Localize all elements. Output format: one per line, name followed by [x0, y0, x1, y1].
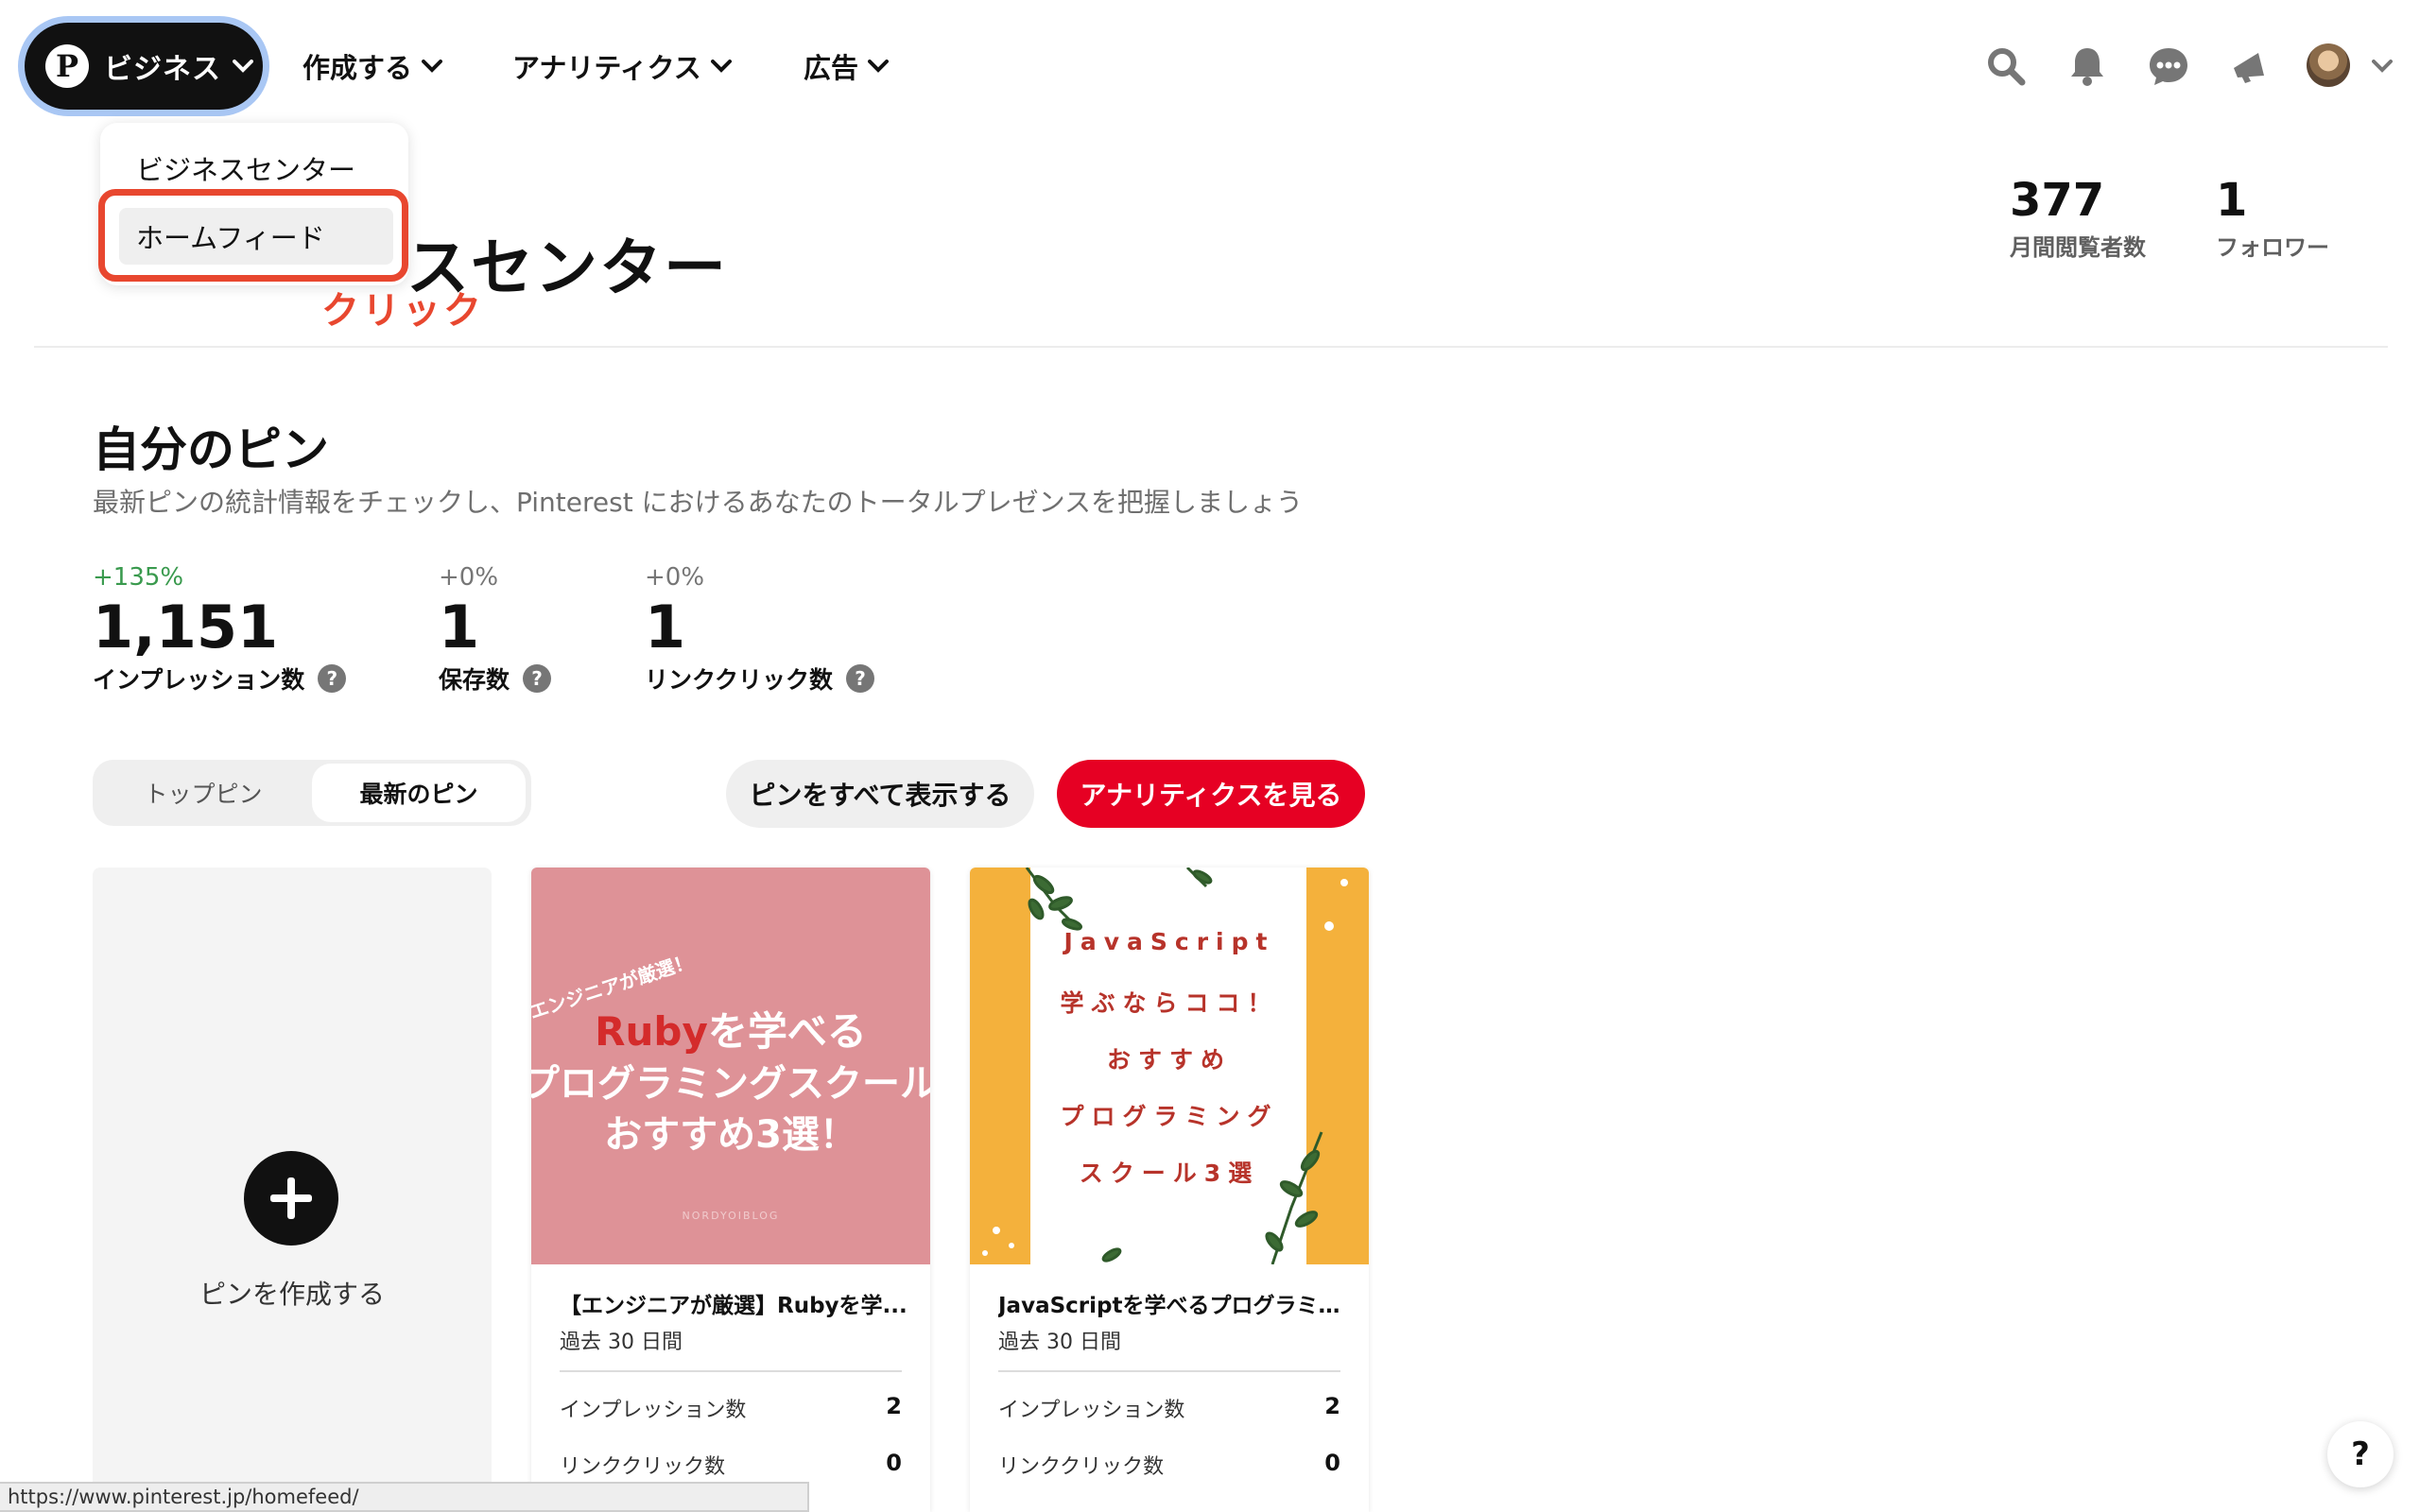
pin-card[interactable]: エンジニアが厳選！ Rubyを学べる プログラミングスクール おすすめ3選！ N…: [531, 868, 930, 1512]
chevron-down-icon: [868, 60, 890, 73]
metric-label: 保存数 ?: [439, 662, 552, 696]
pin-stat-label: リンククリック数: [560, 1455, 726, 1479]
metric-impressions: +135% 1,151 インプレッション数 ?: [93, 563, 347, 696]
chevron-down-icon: [233, 60, 253, 73]
pin-stat-label: インプレッション数: [560, 1399, 747, 1422]
nav-analytics[interactable]: アナリティクス: [512, 43, 732, 89]
pin-title[interactable]: 【エンジニアが厳選】Rubyを学...: [560, 1287, 909, 1319]
page: P ビジネス 作成する アナリティクス 広告 スセンター 377 月間閲覧者数 …: [0, 0, 2420, 1512]
metric-value: 1,151: [93, 593, 279, 662]
tab-top-pins[interactable]: トップピン: [98, 764, 308, 822]
metric-label: インプレッション数 ?: [93, 662, 347, 696]
pin-stat-row: リンククリック数 0: [560, 1450, 902, 1480]
pin-image-line: おすすめ: [1106, 1046, 1232, 1074]
pin-image-line: スクール3選: [1079, 1160, 1260, 1187]
help-button[interactable]: ?: [2327, 1421, 2394, 1487]
nav-create-label: 作成する: [302, 52, 413, 84]
pin-stat-row: インプレッション数 2: [560, 1393, 902, 1423]
pin-card[interactable]: JavaScript 学ぶならココ！ おすすめ プログラミング スクール3選 J…: [970, 868, 1369, 1512]
pin-divider: [998, 1370, 1340, 1372]
monthly-viewers-stat: 377 月間閲覧者数: [2010, 174, 2146, 262]
metric-label: リンククリック数 ?: [645, 662, 875, 696]
my-pins-subtitle: 最新ピンの統計情報をチェックし、Pinterest におけるあなたのトータルプレ…: [93, 487, 1304, 518]
pin-stat-row: インプレッション数 2: [998, 1393, 1340, 1423]
pin-image-footer: NORDYOIBLOG: [682, 1210, 780, 1222]
metric-value: 1: [645, 593, 686, 662]
question-icon: ?: [2351, 1435, 2370, 1473]
monthly-viewers-value: 377: [2010, 174, 2105, 227]
menu-item-business-center[interactable]: ビジネスセンター: [119, 140, 393, 197]
search-icon[interactable]: [1979, 40, 2032, 93]
pin-stat-value: 2: [1324, 1393, 1340, 1419]
pin-image-line: おすすめ3選！: [604, 1113, 857, 1157]
pin-title[interactable]: JavaScriptを学べるプログラミン...: [998, 1287, 1348, 1319]
pin-stat-label: リンククリック数: [998, 1455, 1165, 1479]
pin-image[interactable]: JavaScript 学ぶならココ！ おすすめ プログラミング スクール3選: [970, 868, 1369, 1264]
business-menu-label: ビジネス: [104, 53, 221, 86]
header-divider: [34, 346, 2388, 348]
nav-ads[interactable]: 広告: [804, 43, 890, 89]
status-url: https://www.pinterest.jp/homefeed/: [8, 1486, 359, 1508]
metric-link-clicks: +0% 1 リンククリック数 ?: [645, 563, 875, 696]
pin-stat-row: リンククリック数 0: [998, 1450, 1340, 1480]
chevron-down-icon[interactable]: [2363, 40, 2401, 93]
create-pin-label: ピンを作成する: [199, 1279, 385, 1310]
chevron-down-icon: [422, 60, 443, 73]
bell-icon[interactable]: [2061, 40, 2114, 93]
pin-period: 過去 30 日間: [560, 1331, 683, 1354]
chat-icon[interactable]: [2142, 40, 2195, 93]
metric-delta: +0%: [645, 563, 705, 592]
annotation-highlight-box: [98, 189, 408, 282]
followers-stat[interactable]: 1 フォロワー: [2216, 174, 2329, 262]
pin-image-highlight: Ruby: [595, 1008, 708, 1055]
metric-label-text: 保存数: [439, 666, 510, 695]
pin-image-line: プログラミングスクール: [531, 1062, 930, 1106]
nav-ads-label: 広告: [804, 52, 859, 84]
pin-image-line: JavaScript: [1063, 928, 1275, 955]
annotation-click-label: クリック: [321, 289, 484, 333]
pin-image[interactable]: エンジニアが厳選！ Rubyを学べる プログラミングスクール おすすめ3選！ N…: [531, 868, 930, 1264]
chevron-down-icon: [710, 60, 732, 73]
pin-image-line: Rubyを学べる: [531, 1000, 930, 1057]
pin-period: 過去 30 日間: [998, 1331, 1121, 1354]
metric-label-text: インプレッション数: [93, 666, 305, 695]
view-analytics-button[interactable]: アナリティクスを見る: [1057, 760, 1365, 828]
monthly-viewers-label: 月間閲覧者数: [2010, 234, 2146, 261]
browser-status-bar: https://www.pinterest.jp/homefeed/: [0, 1482, 809, 1512]
pin-tabs: トップピン 最新のピン: [93, 760, 531, 826]
pin-image-text: を学べる: [707, 1008, 867, 1055]
pin-image-line: プログラミング: [1060, 1103, 1279, 1130]
show-all-pins-button[interactable]: ピンをすべて表示する: [726, 760, 1034, 828]
top-nav: P ビジネス 作成する アナリティクス 広告: [0, 0, 2420, 132]
my-pins-title: 自分のピン: [93, 422, 329, 477]
pin-stat-value: 0: [886, 1450, 902, 1476]
pin-divider: [560, 1370, 902, 1372]
create-pin-card[interactable]: ピンを作成する: [93, 868, 492, 1512]
business-menu-button[interactable]: P ビジネス: [25, 23, 263, 110]
followers-value: 1: [2216, 174, 2248, 227]
followers-label: フォロワー: [2216, 234, 2329, 261]
nav-analytics-label: アナリティクス: [512, 52, 701, 84]
metric-delta: +0%: [439, 563, 499, 592]
question-icon[interactable]: ?: [523, 664, 552, 694]
pinterest-logo-icon: P: [45, 44, 89, 88]
metric-value: 1: [439, 593, 480, 662]
metric-delta: +135%: [93, 563, 184, 592]
nav-create[interactable]: 作成する: [302, 43, 443, 89]
plus-icon[interactable]: [244, 1151, 338, 1246]
pin-stat-value: 0: [1324, 1450, 1340, 1476]
tab-latest-pins[interactable]: 最新のピン: [312, 764, 526, 822]
pin-stat-label: インプレッション数: [998, 1399, 1185, 1422]
metric-label-text: リンククリック数: [645, 666, 834, 695]
avatar[interactable]: [2307, 43, 2350, 87]
megaphone-icon[interactable]: [2223, 40, 2276, 93]
pin-image-line: 学ぶならココ！: [1060, 989, 1279, 1017]
question-icon[interactable]: ?: [318, 664, 347, 694]
pin-stat-value: 2: [886, 1393, 902, 1419]
question-icon[interactable]: ?: [846, 664, 875, 694]
metric-saves: +0% 1 保存数 ?: [439, 563, 552, 696]
